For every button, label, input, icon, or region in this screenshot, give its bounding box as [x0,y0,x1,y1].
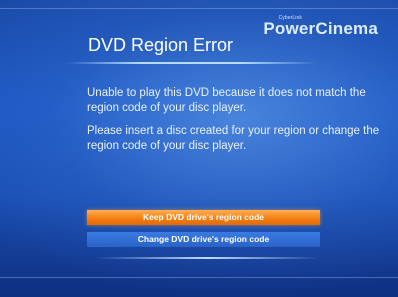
instruction-message: Please insert a disc created for your re… [87,125,380,152]
brand-logo: CyberLink PowerCinema [248,10,378,40]
region-error-screen: CyberLink PowerCinema DVD Region Error U… [0,0,398,297]
top-divider [0,8,398,9]
keep-region-code-button[interactable]: Keep DVD drive's region code [87,210,320,225]
page-title: DVD Region Error [88,35,234,55]
error-message: Unable to play this DVD because it does … [87,87,366,114]
brand-name: PowerCinema [263,19,378,38]
menu-divider [95,257,320,259]
bottom-divider [0,277,398,278]
change-region-code-button[interactable]: Change DVD drive's region code [87,232,320,247]
title-divider [66,62,316,64]
